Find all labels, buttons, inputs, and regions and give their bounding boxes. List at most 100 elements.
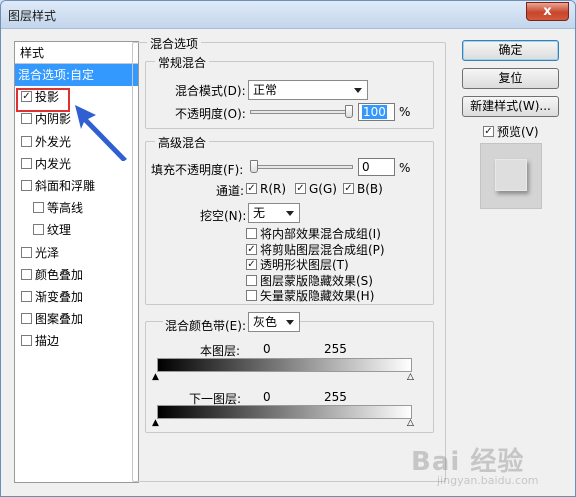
blend-if-label: 混合颜色带(E): xyxy=(163,317,248,334)
channel-r-checkbox[interactable]: R(R) xyxy=(246,182,286,196)
fill-opacity-value: 0 xyxy=(362,160,370,174)
checkbox-icon[interactable] xyxy=(21,268,32,280)
opacity-unit: % xyxy=(399,105,411,119)
fill-opacity-input[interactable]: 0 xyxy=(358,158,395,176)
advanced-option-checkbox[interactable]: 矢量蒙版隐藏效果(H) xyxy=(246,287,374,304)
fill-opacity-slider-thumb[interactable] xyxy=(250,160,258,173)
opacity-slider-thumb[interactable] xyxy=(345,105,353,118)
preview-label: 预览(V) xyxy=(497,125,539,139)
reset-button[interactable]: 复位 xyxy=(462,68,559,89)
close-button[interactable]: x xyxy=(526,2,569,21)
general-blending-label: 常规混合 xyxy=(155,54,210,71)
advanced-option-checkbox[interactable]: 将剪贴图层混合成组(P) xyxy=(246,241,385,258)
advanced-option-checkbox[interactable]: 透明形状图层(T) xyxy=(246,256,349,273)
style-item-label: 图案叠加 xyxy=(35,312,84,327)
style-item-label: 等高线 xyxy=(47,201,84,216)
channel-b-checkbox[interactable]: B(B) xyxy=(343,182,383,196)
checkbox-icon xyxy=(246,228,257,239)
checkbox-icon[interactable] xyxy=(21,135,32,147)
preview-swatch xyxy=(495,159,527,191)
fill-opacity-unit: % xyxy=(399,161,411,175)
channel-g-checkbox[interactable]: G(G) xyxy=(295,182,337,196)
style-item[interactable]: 颜色叠加 xyxy=(15,264,138,286)
layer-style-dialog: 图层样式 x 样式 混合选项:自定投影内阴影外发光内发光斜面和浮雕等高线纹理光泽… xyxy=(0,0,576,497)
title-bar: 图层样式 x xyxy=(1,1,575,29)
advanced-option-label: 将剪贴图层混合成组(P) xyxy=(260,242,385,257)
style-item-label: 颜色叠加 xyxy=(35,267,84,282)
checkbox-icon xyxy=(343,183,354,194)
advanced-option-checkbox[interactable]: 图层蒙版隐藏效果(S) xyxy=(246,272,373,289)
checkbox-icon[interactable] xyxy=(21,335,32,347)
style-item[interactable]: 图案叠加 xyxy=(15,308,138,330)
watermark: Bai 经验 jingyan.baidu.com xyxy=(411,441,539,487)
channel-g-label: G(G) xyxy=(309,182,337,196)
style-item[interactable]: 混合选项:自定 xyxy=(15,64,138,87)
this-layer-label: 本图层: xyxy=(200,344,241,358)
style-item-label: 渐变叠加 xyxy=(35,289,84,304)
style-item-label: 内阴影 xyxy=(35,112,72,127)
style-list-header: 样式 xyxy=(15,42,138,64)
underlying-black-stop[interactable]: ▲ xyxy=(152,419,159,428)
blending-options-label: 混合选项 xyxy=(147,35,202,52)
blend-mode-value: 正常 xyxy=(253,83,278,97)
checkbox-icon xyxy=(246,243,257,255)
checkbox-icon xyxy=(246,274,257,286)
style-item-label: 纹理 xyxy=(47,223,72,238)
this-layer-white-stop[interactable]: △ xyxy=(407,373,414,382)
chevron-down-icon xyxy=(354,88,362,93)
advanced-option-label: 图层蒙版隐藏效果(S) xyxy=(260,273,373,288)
this-layer-high-value: 255 xyxy=(324,342,347,356)
advanced-option-label: 透明形状图层(T) xyxy=(260,258,349,272)
this-layer-gradient[interactable] xyxy=(157,358,412,372)
ok-button[interactable]: 确定 xyxy=(462,40,559,61)
checkbox-icon[interactable] xyxy=(21,246,32,258)
underlying-low-value: 0 xyxy=(263,390,271,404)
checkbox-icon[interactable] xyxy=(21,113,32,125)
style-item-label: 斜面和浮雕 xyxy=(35,178,96,193)
checkbox-icon[interactable] xyxy=(21,290,32,302)
preview-checkbox[interactable]: 预览(V) xyxy=(483,123,539,140)
checkbox-icon[interactable] xyxy=(33,224,44,236)
this-layer-low-value: 0 xyxy=(263,342,271,356)
checkbox-icon[interactable] xyxy=(21,313,32,325)
advanced-option-label: 矢量蒙版隐藏效果(H) xyxy=(260,289,375,303)
window-title: 图层样式 xyxy=(8,9,57,23)
style-item[interactable]: 斜面和浮雕 xyxy=(15,175,138,197)
fill-opacity-label: 填充不透明度(F): xyxy=(151,163,244,177)
style-item-label: 光泽 xyxy=(35,245,60,260)
watermark-main: Bai 经验 xyxy=(411,447,525,477)
fill-opacity-slider[interactable] xyxy=(250,165,353,169)
underlying-gradient[interactable] xyxy=(157,405,412,419)
style-item-label: 描边 xyxy=(35,334,60,349)
knockout-select[interactable]: 无 xyxy=(248,203,300,223)
style-item[interactable]: 渐变叠加 xyxy=(15,286,138,308)
style-item[interactable]: 等高线 xyxy=(15,197,138,219)
chevron-down-icon xyxy=(286,211,294,216)
advanced-blending-label: 高级混合 xyxy=(155,134,210,151)
knockout-value: 无 xyxy=(253,206,266,220)
checkbox-icon[interactable] xyxy=(21,179,32,191)
advanced-option-label: 将内部效果混合成组(I) xyxy=(260,227,381,241)
opacity-input[interactable]: 100 xyxy=(358,103,395,121)
opacity-slider[interactable] xyxy=(250,110,353,114)
style-item[interactable]: 光泽 xyxy=(15,242,138,264)
channel-b-label: B(B) xyxy=(357,182,383,196)
underlying-white-stop[interactable]: △ xyxy=(407,419,414,428)
blend-if-value: 灰色 xyxy=(253,315,278,329)
checkbox-icon[interactable] xyxy=(21,157,32,169)
this-layer-black-stop[interactable]: ▲ xyxy=(152,373,159,382)
blend-if-select[interactable]: 灰色 xyxy=(248,312,300,332)
blend-mode-select[interactable]: 正常 xyxy=(248,80,368,100)
checkbox-icon xyxy=(246,183,257,194)
advanced-option-checkbox[interactable]: 将内部效果混合成组(I) xyxy=(246,225,381,242)
checkbox-icon[interactable] xyxy=(33,202,44,214)
opacity-label: 不透明度(O): xyxy=(175,107,246,121)
style-item-label: 外发光 xyxy=(35,134,72,149)
highlight-box xyxy=(16,88,70,112)
annotation-arrow xyxy=(75,105,127,161)
style-item[interactable]: 描边 xyxy=(15,330,138,352)
new-style-button[interactable]: 新建样式(W)... xyxy=(462,96,559,117)
blend-mode-label: 混合模式(D): xyxy=(175,84,246,98)
style-preview xyxy=(480,143,542,209)
style-item[interactable]: 纹理 xyxy=(15,219,138,241)
